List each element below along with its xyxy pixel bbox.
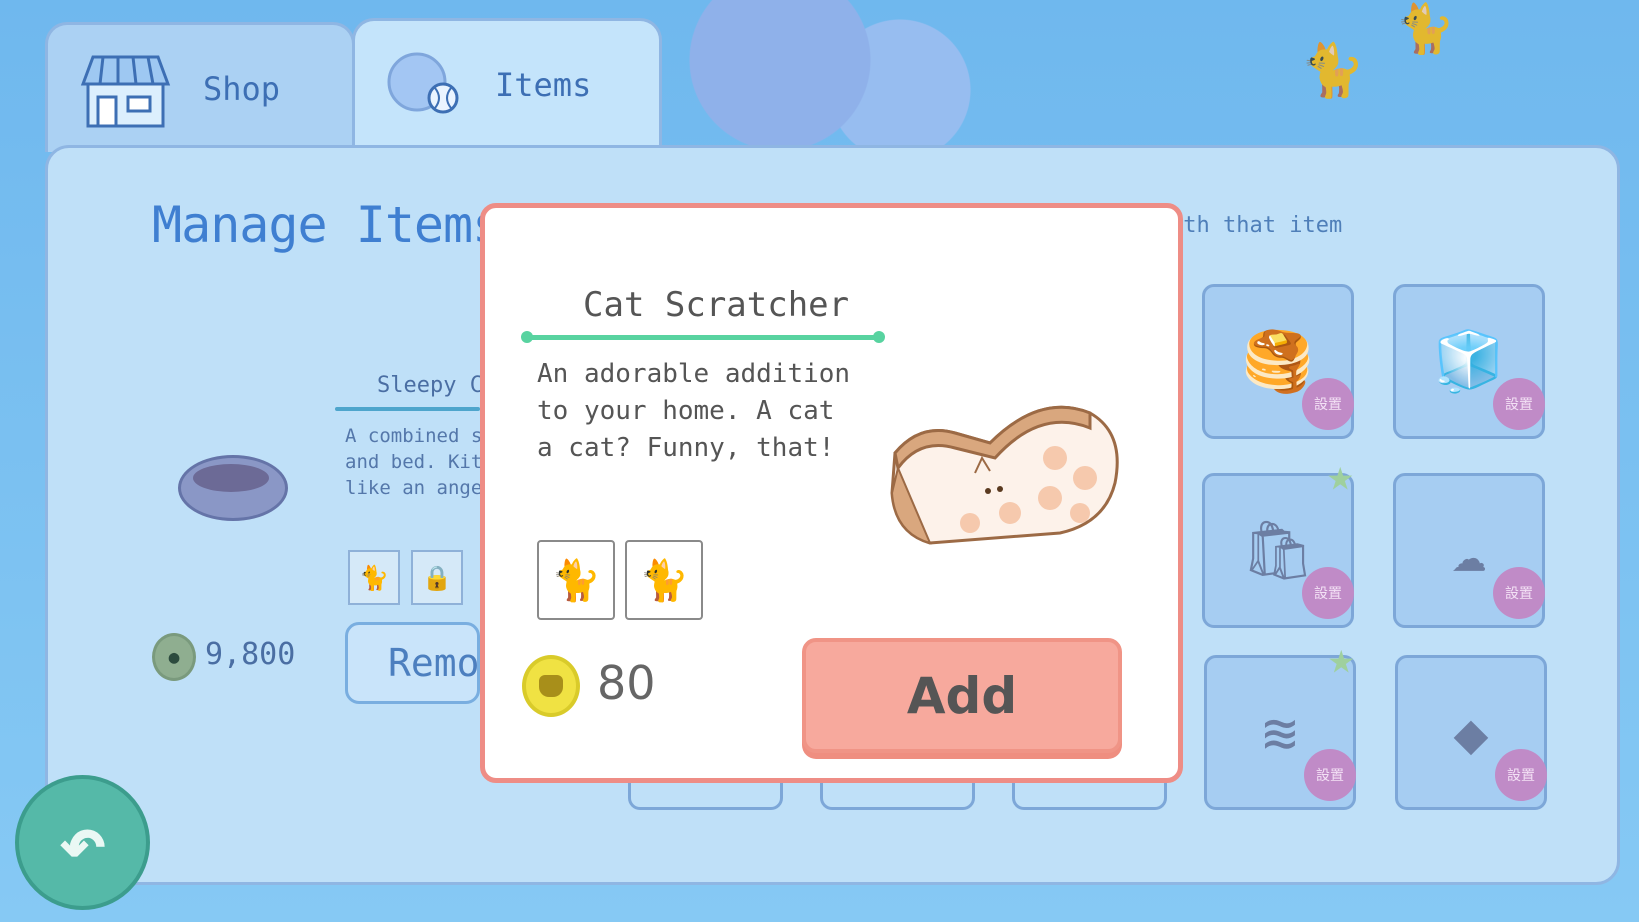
item-slot-mat[interactable]: ◆ 設置 (1395, 655, 1547, 810)
tab-shop-label: Shop (203, 69, 281, 108)
bowl-item-image (178, 455, 288, 521)
placed-badge: 設置 (1304, 749, 1356, 801)
tab-items[interactable]: Items (352, 18, 662, 148)
dialog-name-underline (521, 331, 885, 343)
background-cat-icon: 🐈 (1395, 1, 1455, 57)
dialog-item-price: 80 (597, 656, 656, 710)
dialog-item-name: Cat Scratcher (583, 285, 850, 325)
tab-items-label: Items (495, 65, 592, 104)
selected-item-name: Sleepy C (377, 373, 483, 398)
lock-icon[interactable]: 🔒 (411, 550, 463, 605)
placed-badge: 設置 (1493, 378, 1545, 430)
cat-icon[interactable]: 🐈 (348, 550, 400, 605)
shop-icon (80, 55, 171, 127)
ball-icon (387, 52, 459, 113)
star-icon: ★ (1327, 450, 1354, 501)
remove-button[interactable]: Remo (345, 622, 480, 704)
tab-shop[interactable]: Shop (45, 22, 355, 152)
ice-cube-icon: 🧊 (1432, 327, 1506, 395)
paper-bag-icon: 🛍 (1241, 516, 1315, 584)
selected-item-underline (335, 407, 480, 411)
calico-cat-icon[interactable]: 🐈 (625, 540, 703, 620)
placed-badge: 設置 (1302, 378, 1354, 430)
placed-badge: 設置 (1495, 749, 1547, 801)
selected-item-description: A combined s and bed. Kit like an ange (345, 425, 483, 499)
star-icon: ★ (1328, 633, 1355, 684)
back-arrow-icon: ↶ (58, 796, 107, 889)
towels-icon: ≋ (1262, 698, 1298, 767)
cushion-icon: ☁ (1451, 516, 1487, 585)
selected-item-price: 9,800 (205, 637, 296, 672)
placed-badge: 設置 (1493, 567, 1545, 619)
cat-coin-icon: ● (152, 633, 196, 681)
back-button[interactable]: ↶ (15, 775, 150, 910)
page-title: Manage Items (152, 196, 502, 254)
placed-badge: 設置 (1302, 567, 1354, 619)
item-slot-pancake[interactable]: 🥞 設置 (1202, 284, 1354, 439)
dialog-item-description: An adorable addition to your home. A cat… (537, 359, 851, 463)
cat-coin-icon (522, 655, 580, 717)
item-slot-cushion[interactable]: ☁ 設置 (1393, 473, 1545, 628)
item-dialog: Cat Scratcher An adorable addition to yo… (480, 203, 1183, 783)
item-slot-ice-cube[interactable]: 🧊 設置 (1393, 284, 1545, 439)
background-cat-icon: 🐈 (1300, 41, 1365, 101)
pancake-icon: 🥞 (1241, 327, 1315, 395)
cat-scratcher-image (890, 405, 1119, 545)
white-cat-icon[interactable]: 🐈 (537, 540, 615, 620)
hint-text: ith that item (1170, 213, 1343, 238)
mat-icon: ◆ (1453, 698, 1489, 767)
add-button[interactable]: Add (802, 638, 1122, 753)
